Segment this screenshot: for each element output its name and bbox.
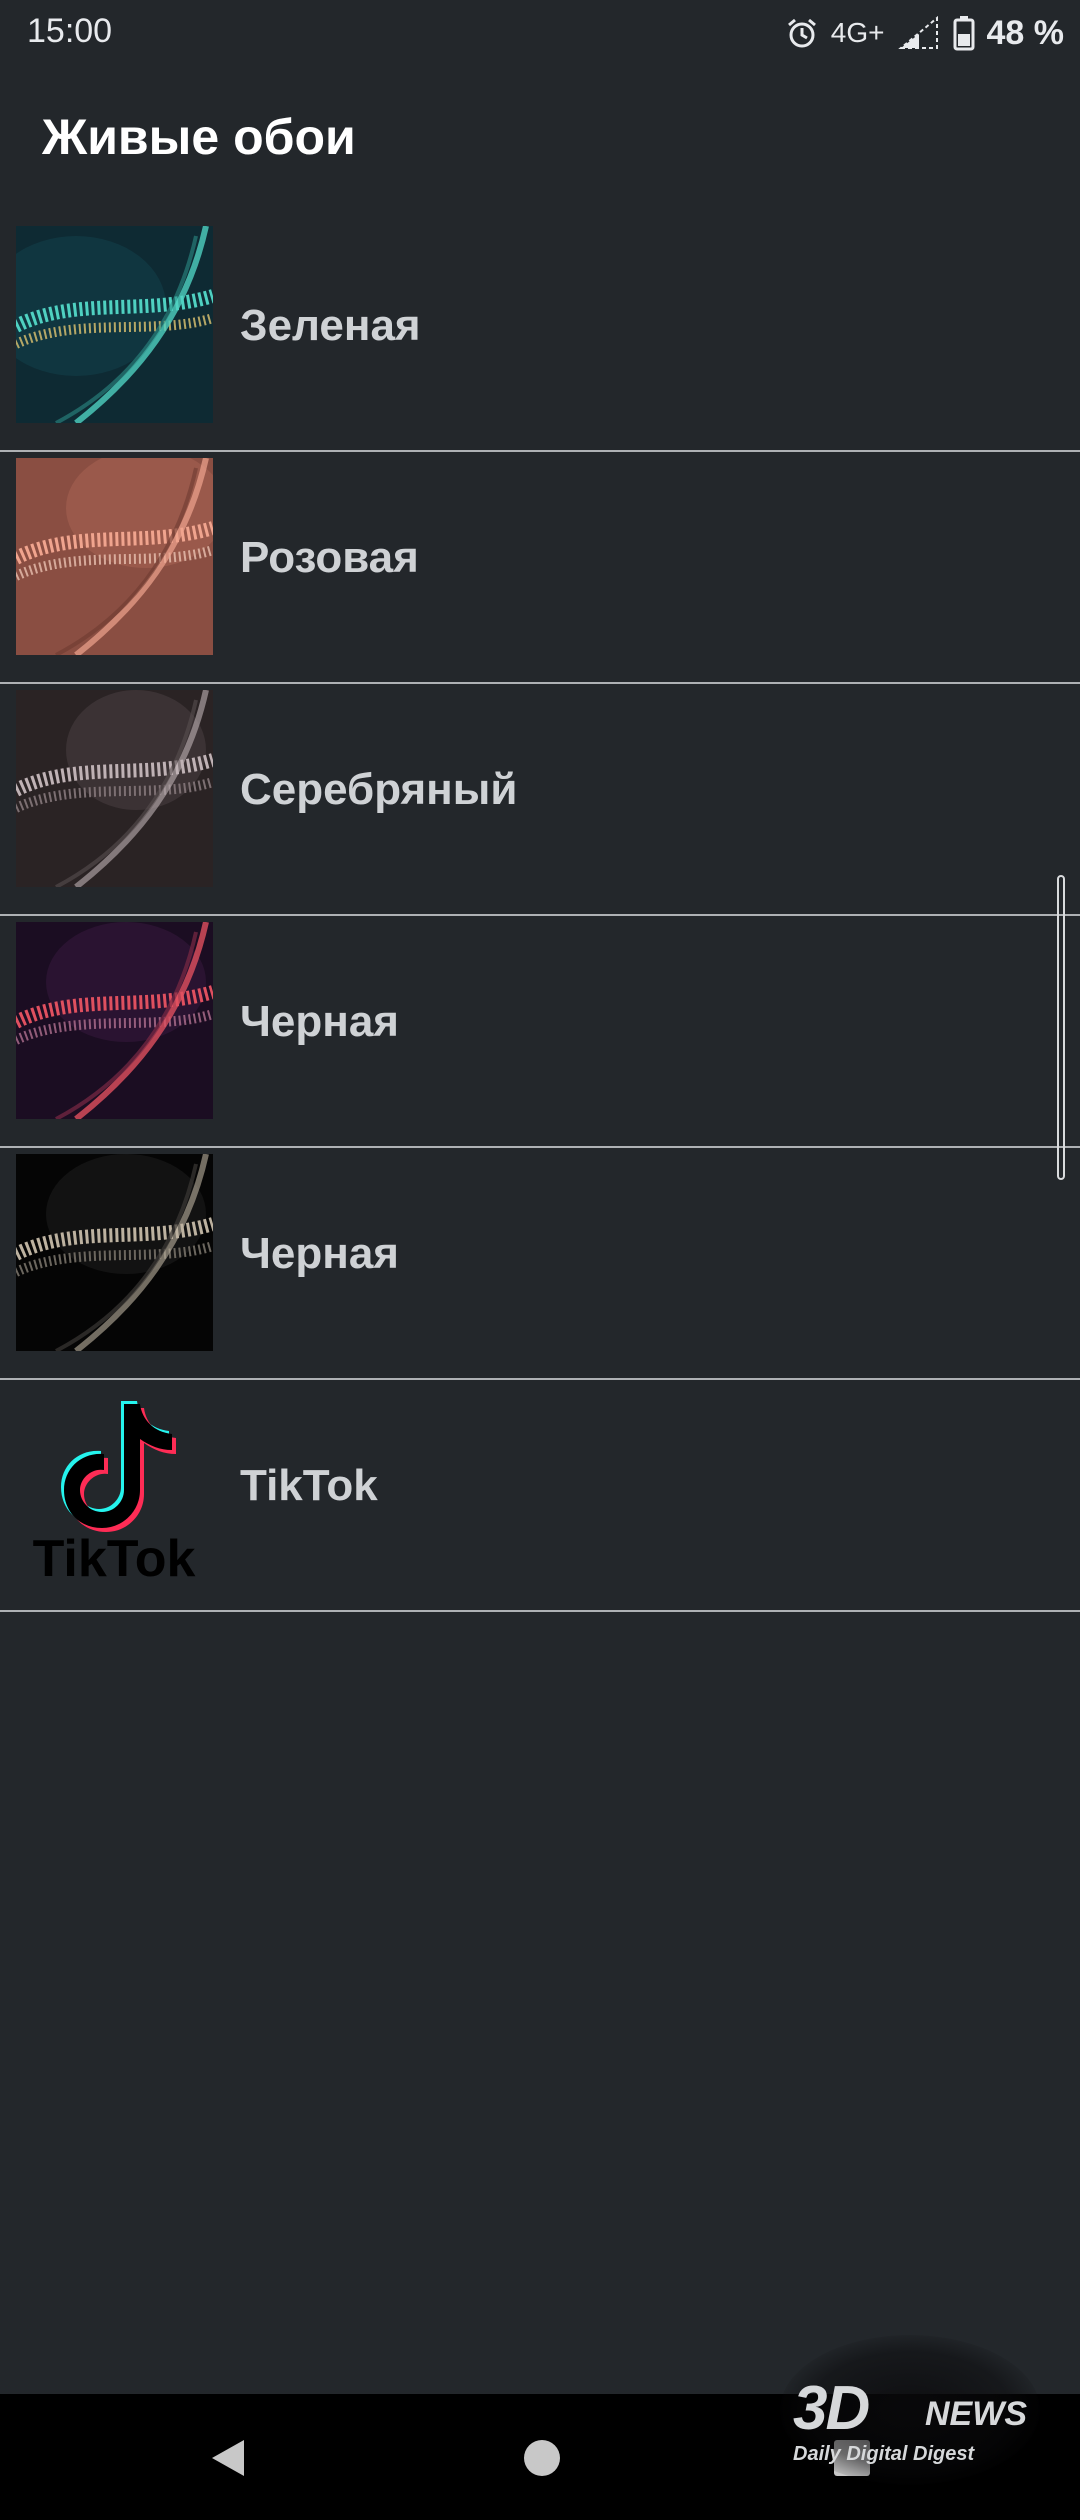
list-item-label: Розовая — [240, 533, 419, 582]
watermark-logo: 3D — [793, 2374, 870, 2443]
network-type: 4G+ — [830, 17, 885, 48]
list-item-black-red[interactable]: Черная — [0, 916, 1080, 1148]
watermark: 3D NEWS Daily Digital Digest — [775, 2335, 1075, 2505]
list-item-label: Зеленая — [240, 301, 421, 350]
list-item-label: TikTok — [240, 1461, 378, 1510]
list-item-label: Черная — [240, 997, 399, 1046]
black-red-wave-thumbnail — [16, 922, 213, 1119]
home-icon — [524, 2440, 560, 2476]
status-icons: 4G+ 48 % — [785, 10, 1064, 56]
battery-percent: 48 % — [986, 13, 1065, 52]
list-item-label: Черная — [240, 1229, 399, 1278]
wallpaper-list: Зеленая Розовая Серебряный Черная Черная… — [0, 220, 1080, 1612]
signal-icon — [897, 16, 941, 50]
tiktok-logo: TikTok — [16, 1386, 213, 1583]
back-button[interactable] — [202, 2432, 254, 2484]
tiktok-logo-text: TikTok — [33, 1530, 196, 1583]
watermark-news: NEWS — [925, 2395, 1027, 2433]
green-wave-thumbnail — [16, 226, 213, 423]
list-item-label: Серебряный — [240, 765, 518, 814]
list-item-silver[interactable]: Серебряный — [0, 684, 1080, 916]
silver-wave-thumbnail — [16, 690, 213, 887]
black-gold-wave-thumbnail — [16, 1154, 213, 1351]
home-button[interactable] — [516, 2432, 568, 2484]
list-item-black-gold[interactable]: Черная — [0, 1148, 1080, 1380]
status-bar: 15:00 4G+ 48 % — [0, 0, 1080, 66]
page-title: Живые обои — [42, 109, 356, 165]
list-item-tiktok[interactable]: TikTok TikTok — [0, 1380, 1080, 1612]
back-icon — [212, 2440, 244, 2476]
screen: 15:00 4G+ 48 % Живые обои Зеленая Розова… — [0, 0, 1080, 2520]
scrollbar-thumb[interactable] — [1057, 875, 1065, 1180]
list-item-green[interactable]: Зеленая — [0, 220, 1080, 452]
alarm-icon — [785, 16, 819, 50]
battery-icon — [953, 15, 975, 51]
pink-wave-thumbnail — [16, 458, 213, 655]
watermark-tagline: Daily Digital Digest — [793, 2443, 975, 2465]
status-time: 15:00 — [27, 12, 113, 50]
list-item-pink[interactable]: Розовая — [0, 452, 1080, 684]
